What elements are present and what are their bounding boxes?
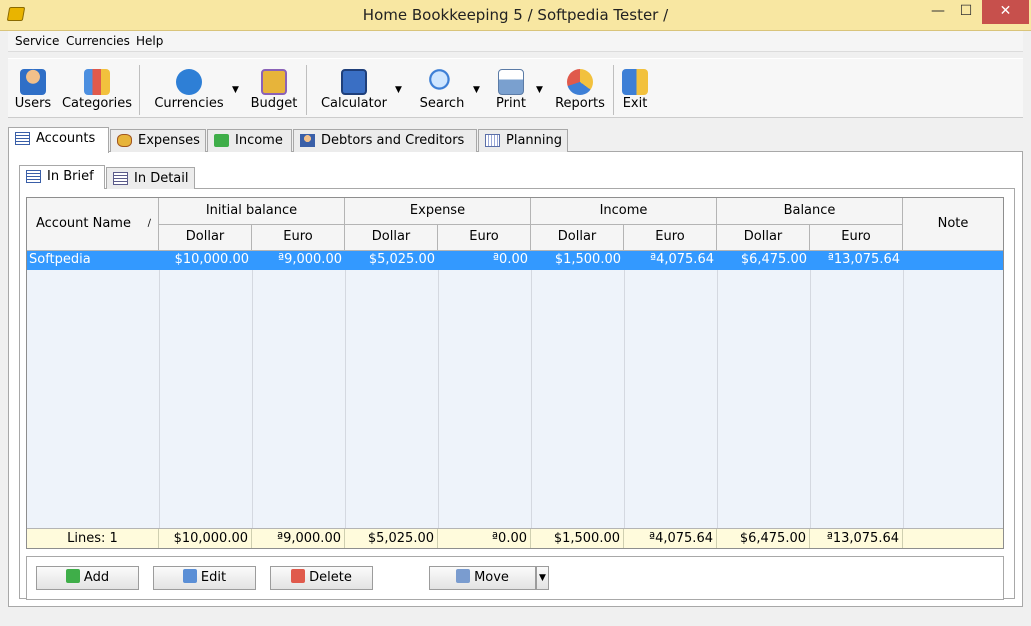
categories-button[interactable]: Categories bbox=[60, 61, 134, 117]
tab-income[interactable]: Income bbox=[207, 129, 292, 152]
tab-expenses[interactable]: Expenses bbox=[110, 129, 206, 152]
table-row[interactable]: Softpedia $10,000.00 ª9,000.00 $5,025.00… bbox=[27, 251, 1003, 270]
header-note[interactable]: Note bbox=[903, 198, 1003, 251]
accounts-grid[interactable]: Account Name ∕ Initial balance Expense I… bbox=[26, 197, 1004, 549]
exit-door-icon bbox=[622, 69, 648, 95]
total-balance-euro: ª13,075.64 bbox=[810, 529, 903, 548]
total-income-dollar: $1,500.00 bbox=[531, 529, 624, 548]
menu-help[interactable]: Help bbox=[136, 34, 163, 48]
header-account-name[interactable]: Account Name ∕ bbox=[27, 198, 159, 251]
delete-button[interactable]: Delete bbox=[270, 566, 373, 590]
sort-indicator-icon: ∕ bbox=[147, 218, 151, 229]
header-income-euro[interactable]: Euro bbox=[624, 225, 717, 251]
total-initial-dollar: $10,000.00 bbox=[159, 529, 252, 548]
list-icon bbox=[26, 170, 41, 183]
total-income-euro: ª4,075.64 bbox=[624, 529, 717, 548]
tab-in-detail[interactable]: In Detail bbox=[106, 167, 195, 189]
add-button[interactable]: Add bbox=[36, 566, 139, 590]
header-income-dollar[interactable]: Dollar bbox=[531, 225, 624, 251]
chevron-down-icon: ▼ bbox=[536, 85, 543, 95]
header-expense-dollar[interactable]: Dollar bbox=[345, 225, 438, 251]
detail-list-icon bbox=[113, 172, 128, 185]
categories-icon bbox=[84, 69, 110, 95]
header-expense-euro[interactable]: Euro bbox=[438, 225, 531, 251]
magnifier-icon bbox=[429, 69, 455, 95]
delete-record-icon bbox=[291, 569, 306, 583]
cell-expense-dollar: $5,025.00 bbox=[368, 252, 435, 267]
minimize-button[interactable]: — bbox=[924, 0, 952, 24]
dollar-sign-icon bbox=[176, 69, 202, 95]
total-expense-euro: ª0.00 bbox=[438, 529, 531, 548]
cell-income-euro: ª4,075.64 bbox=[649, 252, 714, 267]
cell-balance-euro: ª13,075.64 bbox=[827, 252, 900, 267]
reports-button[interactable]: Reports bbox=[551, 61, 609, 117]
header-initial-balance: Initial balance bbox=[159, 198, 345, 225]
move-record-icon bbox=[456, 569, 471, 583]
list-icon bbox=[15, 132, 30, 145]
calculator-button[interactable]: Calculator bbox=[316, 61, 392, 117]
header-balance-euro[interactable]: Euro bbox=[810, 225, 903, 251]
pie-chart-icon bbox=[567, 69, 593, 95]
close-button[interactable]: ✕ bbox=[982, 0, 1029, 24]
print-dropdown[interactable]: ▼ bbox=[536, 61, 548, 117]
exit-button[interactable]: Exit bbox=[619, 61, 651, 117]
calendar-icon bbox=[485, 134, 500, 147]
tab-planning[interactable]: Planning bbox=[478, 129, 568, 152]
search-button[interactable]: Search bbox=[414, 61, 470, 117]
cell-balance-dollar: $6,475.00 bbox=[740, 252, 807, 267]
cell-account-name: Softpedia bbox=[29, 252, 91, 267]
header-initial-dollar[interactable]: Dollar bbox=[159, 225, 252, 251]
cell-initial-dollar: $10,000.00 bbox=[174, 252, 249, 267]
maximize-button[interactable]: ☐ bbox=[952, 0, 980, 24]
window-title: Home Bookkeeping 5 / Softpedia Tester / bbox=[362, 6, 669, 24]
chevron-down-icon: ▼ bbox=[473, 85, 480, 95]
plus-icon bbox=[214, 134, 229, 147]
users-button[interactable]: Users bbox=[10, 61, 56, 117]
people-icon bbox=[300, 134, 315, 147]
header-initial-euro[interactable]: Euro bbox=[252, 225, 345, 251]
title-bar: Home Bookkeeping 5 / Softpedia Tester / … bbox=[0, 0, 1031, 31]
printer-icon bbox=[498, 69, 524, 95]
menu-service[interactable]: Service bbox=[15, 34, 59, 48]
move-button[interactable]: Move bbox=[429, 566, 536, 590]
chevron-down-icon: ▼ bbox=[539, 573, 546, 583]
cell-income-dollar: $1,500.00 bbox=[554, 252, 621, 267]
calculator-dropdown[interactable]: ▼ bbox=[395, 61, 407, 117]
edit-button[interactable]: Edit bbox=[153, 566, 256, 590]
chevron-down-icon: ▼ bbox=[232, 85, 239, 95]
currencies-dropdown[interactable]: ▼ bbox=[232, 61, 244, 117]
chevron-down-icon: ▼ bbox=[395, 85, 402, 95]
currencies-button[interactable]: Currencies bbox=[148, 61, 230, 117]
users-icon bbox=[20, 69, 46, 95]
toolbar: Users Categories Currencies ▼ Budget Cal… bbox=[8, 58, 1023, 118]
header-expense: Expense bbox=[345, 198, 531, 225]
header-balance-dollar[interactable]: Dollar bbox=[717, 225, 810, 251]
calculator-icon bbox=[341, 69, 367, 95]
edit-record-icon bbox=[182, 569, 197, 583]
total-balance-dollar: $6,475.00 bbox=[717, 529, 810, 548]
lines-count: Lines: 1 bbox=[27, 529, 159, 548]
print-button[interactable]: Print bbox=[490, 61, 532, 117]
tab-accounts[interactable]: Accounts bbox=[8, 127, 109, 153]
menu-currencies[interactable]: Currencies bbox=[66, 34, 130, 48]
tab-debtors-and-creditors[interactable]: Debtors and Creditors bbox=[293, 129, 477, 152]
header-income: Income bbox=[531, 198, 717, 225]
budget-button[interactable]: Budget bbox=[247, 61, 301, 117]
wallet-icon bbox=[261, 69, 287, 95]
totals-footer: Lines: 1 $10,000.00 ª9,000.00 $5,025.00 … bbox=[27, 528, 1003, 548]
add-record-icon bbox=[65, 569, 80, 583]
coins-icon bbox=[117, 134, 132, 147]
total-expense-dollar: $5,025.00 bbox=[345, 529, 438, 548]
search-dropdown[interactable]: ▼ bbox=[473, 61, 485, 117]
total-initial-euro: ª9,000.00 bbox=[252, 529, 345, 548]
cell-initial-euro: ª9,000.00 bbox=[277, 252, 342, 267]
menu-bar: Service Currencies Help bbox=[8, 31, 1023, 52]
tab-in-brief[interactable]: In Brief bbox=[19, 165, 105, 189]
move-dropdown-button[interactable]: ▼ bbox=[536, 566, 549, 590]
header-balance: Balance bbox=[717, 198, 903, 225]
cell-expense-euro: ª0.00 bbox=[492, 252, 528, 267]
cell-note bbox=[903, 251, 1003, 270]
